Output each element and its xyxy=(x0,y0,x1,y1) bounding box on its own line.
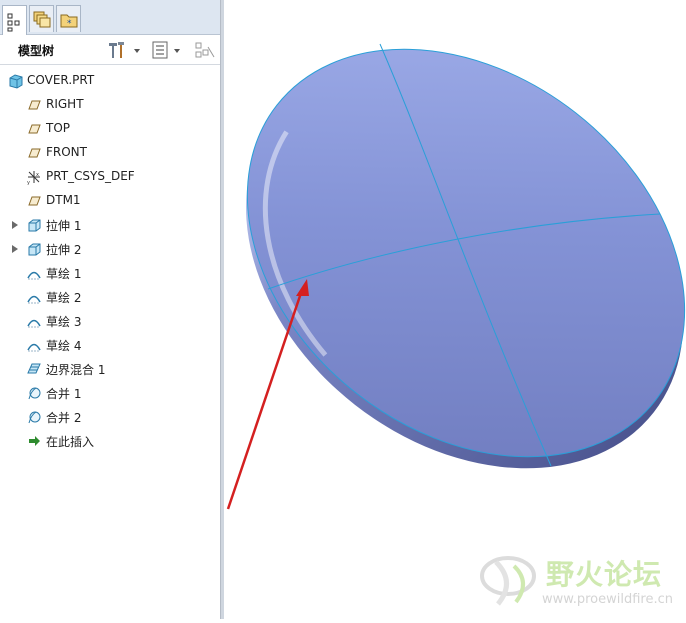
boundary-blend-icon xyxy=(27,363,41,374)
show-options-button[interactable] xyxy=(150,39,190,61)
layers-tab[interactable] xyxy=(29,5,54,32)
model-tree-toolbar: 模型树 xyxy=(0,36,220,65)
expand-arrow-icon[interactable] xyxy=(12,221,18,229)
sketch-icon xyxy=(27,295,41,304)
tree-item-label: RIGHT xyxy=(46,97,84,111)
tree-item-label: 边界混合 1 xyxy=(46,363,106,377)
tree-item-label: 拉伸 2 xyxy=(46,243,82,257)
tree-root-label: COVER.PRT xyxy=(27,73,95,87)
watermark: 野火论坛 www.proewildfire.cn xyxy=(476,552,686,616)
folder-icon: * xyxy=(60,14,78,29)
tree-item[interactable]: DTM1 xyxy=(0,190,220,212)
svg-text:x: x xyxy=(36,172,39,178)
cover-part xyxy=(245,48,686,469)
merge-icon xyxy=(28,411,41,424)
list-icon xyxy=(152,41,180,59)
datum-plane-icon xyxy=(28,196,41,206)
svg-text:y: y xyxy=(27,180,30,185)
tree-item-label: TOP xyxy=(46,121,71,135)
model-tree-tab-icon xyxy=(7,13,20,32)
sketch-icon xyxy=(27,343,41,352)
tools-icon xyxy=(109,42,140,58)
tree-item[interactable]: 合并 2 xyxy=(0,406,220,428)
model-tree-panel: * 模型树 COVER.PRT RIGHT TOP FRONT x y PRT_… xyxy=(0,0,220,619)
filter-icon xyxy=(195,42,215,58)
panel-title: 模型树 xyxy=(18,44,55,58)
tree-item[interactable]: 草绘 1 xyxy=(0,262,220,284)
tree-item[interactable]: 在此插入 xyxy=(0,430,220,452)
tree-item-label: 合并 1 xyxy=(46,387,82,401)
model-view xyxy=(226,43,686,510)
extrude-icon xyxy=(28,243,41,256)
cover-top-face xyxy=(246,48,686,458)
tree-item[interactable]: 合并 1 xyxy=(0,382,220,404)
datum-plane-icon xyxy=(28,100,41,110)
csys-icon: xy xyxy=(27,171,40,185)
graphics-viewport[interactable] xyxy=(224,0,686,619)
layers-icon xyxy=(33,11,51,28)
tree-item-label: 草绘 3 xyxy=(46,315,82,329)
part-icon xyxy=(9,74,23,89)
tree-root-item[interactable]: COVER.PRT xyxy=(0,70,220,92)
settings-tools-button[interactable] xyxy=(106,39,146,61)
tree-item-label: 在此插入 xyxy=(46,435,95,449)
tree-item[interactable]: 拉伸 2 xyxy=(0,238,220,260)
tree-item[interactable]: RIGHT xyxy=(0,94,220,116)
expand-arrow-icon[interactable] xyxy=(12,245,18,253)
svg-text:*: * xyxy=(67,19,72,29)
tree-item-label: 草绘 1 xyxy=(46,267,82,281)
watermark-url: www.proewildfire.cn xyxy=(542,592,673,607)
tree-item[interactable]: 草绘 2 xyxy=(0,286,220,308)
tree-item-label: DTM1 xyxy=(46,193,81,207)
tree-item-label: 草绘 2 xyxy=(46,291,82,305)
tree-filter-button[interactable] xyxy=(194,39,218,61)
tree-item[interactable]: 边界混合 1 xyxy=(0,358,220,380)
tree-item[interactable]: x y PRT_CSYS_DEF xyxy=(0,166,220,188)
extrude-icon xyxy=(28,219,41,232)
sketch-icon xyxy=(27,271,41,280)
folder-tab[interactable]: * xyxy=(56,5,81,32)
tree-item[interactable]: FRONT xyxy=(0,142,220,164)
panel-tab-bar: * xyxy=(0,0,220,35)
insert-here-icon xyxy=(29,436,40,446)
tree-item-label: 草绘 4 xyxy=(46,339,82,353)
tree-item[interactable]: TOP xyxy=(0,118,220,140)
tree-item[interactable]: 拉伸 1 xyxy=(0,214,220,236)
tree-item-label: FRONT xyxy=(46,145,87,159)
tree-item-label: PRT_CSYS_DEF xyxy=(46,169,135,183)
datum-plane-icon xyxy=(28,124,41,134)
sketch-icon xyxy=(27,319,41,328)
watermark-logo-icon xyxy=(480,556,536,606)
merge-icon xyxy=(28,387,41,400)
tree-item[interactable]: 草绘 3 xyxy=(0,310,220,332)
datum-plane-icon xyxy=(28,148,41,158)
model-tree-tab[interactable] xyxy=(2,5,27,35)
watermark-name: 野火论坛 xyxy=(546,558,663,591)
tree-item[interactable]: 草绘 4 xyxy=(0,334,220,356)
tree-item-label: 合并 2 xyxy=(46,411,82,425)
annotation-arrow xyxy=(226,289,304,510)
tree-item-label: 拉伸 1 xyxy=(46,219,82,233)
